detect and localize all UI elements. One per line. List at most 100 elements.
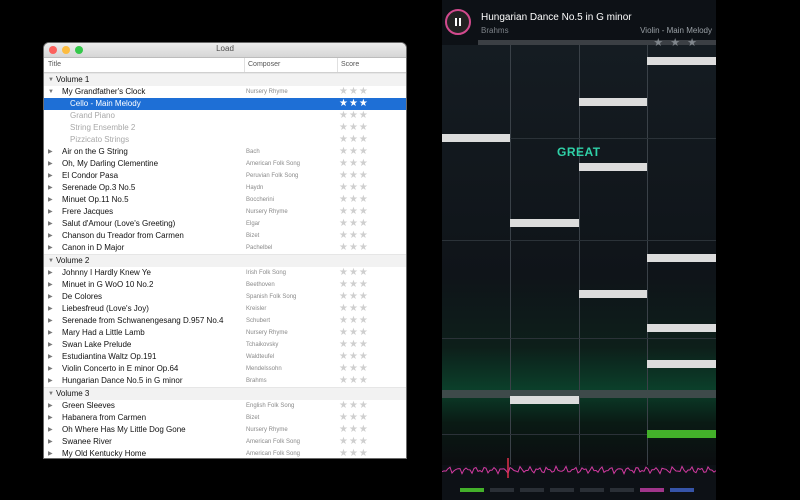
song-row[interactable]: ▶ Johnny I Hardly Knew Ye Irish Folk Song ★… xyxy=(44,267,406,279)
disclosure-closed-icon[interactable]: ▶ xyxy=(48,375,53,387)
song-row[interactable]: ▶ My Old Kentucky Home American Folk Song ★… xyxy=(44,448,406,458)
song-list: ▼ Volume 1 ▼ My Grandfather's Clock Nursery … xyxy=(44,73,406,458)
disclosure-closed-icon[interactable]: ▶ xyxy=(48,424,53,436)
song-row[interactable]: ▶ Hungarian Dance No.5 in G minor Brahms ★★… xyxy=(44,375,406,387)
song-row[interactable]: ▶ Estudiantina Waltz Op.191 Waldteufel ★★★ xyxy=(44,351,406,363)
disclosure-open-icon[interactable]: ▼ xyxy=(48,86,54,98)
row-composer: Beethoven xyxy=(246,282,275,288)
disclosure-closed-icon[interactable]: ▶ xyxy=(48,436,53,448)
song-row[interactable]: ▶ Oh, My Darling Clementine American Folk … xyxy=(44,158,406,170)
column-separator[interactable] xyxy=(244,58,245,72)
note xyxy=(579,290,647,298)
disclosure-closed-icon[interactable]: ▶ xyxy=(48,412,53,424)
disclosure-closed-icon[interactable]: ▶ xyxy=(48,303,53,315)
song-row[interactable]: ▶ Canon in D Major Pachelbel ★★★ xyxy=(44,242,406,254)
song-row[interactable]: ▶ Frere Jacques Nursery Rhyme ★★★ xyxy=(44,206,406,218)
score-stars: ★★★ xyxy=(653,37,704,49)
disclosure-open-icon[interactable]: ▼ xyxy=(48,388,54,400)
song-row[interactable]: ▶ Chanson du Treador from Carmen Bizet ★★★ xyxy=(44,230,406,242)
row-score-stars: ★★★ xyxy=(339,279,369,290)
row-composer: Kreisler xyxy=(246,306,267,312)
song-row[interactable]: ▶ Serenade Op.3 No.5 Haydn ★★★ xyxy=(44,182,406,194)
disclosure-closed-icon[interactable]: ▶ xyxy=(48,351,53,363)
window-titlebar[interactable]: Load xyxy=(44,43,406,58)
note xyxy=(647,360,716,368)
row-title: Minuet in G WoO 10 No.2 xyxy=(62,280,154,289)
disclosure-closed-icon[interactable]: ▶ xyxy=(48,363,53,375)
column-composer[interactable]: Composer xyxy=(248,61,280,68)
key-indicator xyxy=(520,488,544,492)
row-score-stars: ★★★ xyxy=(339,206,369,217)
disclosure-closed-icon[interactable]: ▶ xyxy=(48,339,53,351)
disclosure-open-icon[interactable]: ▼ xyxy=(48,255,54,267)
row-composer: Nursery Rhyme xyxy=(246,209,288,215)
now-playing-part: Violin - Main Melody xyxy=(640,26,712,35)
song-row[interactable]: ▶ Salut d'Amour (Love's Greeting) Elgar ★★★ xyxy=(44,218,406,230)
disclosure-closed-icon[interactable]: ▶ xyxy=(48,279,53,291)
song-row[interactable]: ▶ Serenade from Schwanengesang D.957 No.4… xyxy=(44,315,406,327)
row-composer: Pachelbel xyxy=(246,245,273,251)
disclosure-closed-icon[interactable]: ▶ xyxy=(48,327,53,339)
disclosure-closed-icon[interactable]: ▶ xyxy=(48,158,53,170)
row-title: De Colores xyxy=(62,292,103,301)
row-title: Estudiantina Waltz Op.191 xyxy=(62,352,157,361)
row-title: My Old Kentucky Home xyxy=(62,449,147,458)
pause-button[interactable] xyxy=(445,9,471,35)
row-title: Liebesfreud (Love's Joy) xyxy=(62,304,149,313)
row-title: Violin Concerto in E minor Op.64 xyxy=(62,364,179,373)
song-row[interactable]: ▼ My Grandfather's Clock Nursery Rhyme ★★★ xyxy=(44,86,406,98)
waveform xyxy=(442,458,716,478)
song-row[interactable]: ▶ Swanee River American Folk Song ★★★ xyxy=(44,436,406,448)
song-row[interactable]: ▶ Swan Lake Prelude Tchaikovsky ★★★ xyxy=(44,339,406,351)
song-row[interactable]: ▶ Air on the G String Bach ★★★ xyxy=(44,146,406,158)
judgement-line xyxy=(442,390,716,398)
volume-row[interactable]: ▼ Volume 3 xyxy=(44,387,406,400)
row-title: Salut d'Amour (Love's Greeting) xyxy=(62,219,176,228)
note xyxy=(510,219,579,227)
note xyxy=(579,98,647,106)
disclosure-closed-icon[interactable]: ▶ xyxy=(48,242,53,254)
song-row[interactable]: ▶ Green Sleeves English Folk Song ★★★ xyxy=(44,400,406,412)
disclosure-closed-icon[interactable]: ▶ xyxy=(48,400,53,412)
disclosure-closed-icon[interactable]: ▶ xyxy=(48,194,53,206)
row-composer: Brahms xyxy=(246,378,267,384)
disclosure-closed-icon[interactable]: ▶ xyxy=(48,230,53,242)
disclosure-closed-icon[interactable]: ▶ xyxy=(48,182,53,194)
song-row[interactable]: ▶ Violin Concerto in E minor Op.64 Mendels… xyxy=(44,363,406,375)
song-row[interactable]: ▶ El Condor Pasa Peruvian Folk Song ★★★ xyxy=(44,170,406,182)
disclosure-open-icon[interactable]: ▼ xyxy=(48,74,54,86)
row-title: Minuet Op.11 No.5 xyxy=(62,195,129,204)
song-row[interactable]: ▶ De Colores Spanish Folk Song ★★★ xyxy=(44,291,406,303)
row-composer: Tchaikovsky xyxy=(246,342,279,348)
part-row[interactable]: Pizzicato Strings ★★★ xyxy=(44,134,406,146)
row-score-stars: ★★★ xyxy=(339,448,369,458)
pause-icon xyxy=(455,18,457,26)
row-score-stars: ★★★ xyxy=(339,351,369,362)
column-separator[interactable] xyxy=(337,58,338,72)
row-composer: Mendelssohn xyxy=(246,366,282,372)
song-row[interactable]: ▶ Mary Had a Little Lamb Nursery Rhyme ★★★ xyxy=(44,327,406,339)
disclosure-closed-icon[interactable]: ▶ xyxy=(48,291,53,303)
disclosure-closed-icon[interactable]: ▶ xyxy=(48,267,53,279)
key-indicator xyxy=(670,488,694,492)
window-title: Load xyxy=(216,44,234,53)
song-row[interactable]: ▶ Liebesfreud (Love's Joy) Kreisler ★★★ xyxy=(44,303,406,315)
song-row[interactable]: ▶ Minuet Op.11 No.5 Boccherini ★★★ xyxy=(44,194,406,206)
song-row[interactable]: ▶ Minuet in G WoO 10 No.2 Beethoven ★★★ xyxy=(44,279,406,291)
column-title[interactable]: Title xyxy=(48,61,61,68)
disclosure-closed-icon[interactable]: ▶ xyxy=(48,206,53,218)
volume-row[interactable]: ▼ Volume 1 xyxy=(44,73,406,86)
key-indicator xyxy=(550,488,574,492)
volume-row[interactable]: ▼ Volume 2 xyxy=(44,254,406,267)
disclosure-closed-icon[interactable]: ▶ xyxy=(48,448,53,458)
disclosure-closed-icon[interactable]: ▶ xyxy=(48,170,53,182)
part-row[interactable]: Grand Piano ★★★ xyxy=(44,110,406,122)
disclosure-closed-icon[interactable]: ▶ xyxy=(48,146,53,158)
disclosure-closed-icon[interactable]: ▶ xyxy=(48,315,53,327)
part-row[interactable]: Cello - Main Melody ★★★ xyxy=(44,98,406,110)
column-score[interactable]: Score xyxy=(341,61,359,68)
song-row[interactable]: ▶ Habanera from Carmen Bizet ★★★ xyxy=(44,412,406,424)
part-row[interactable]: String Ensemble 2 ★★★ xyxy=(44,122,406,134)
disclosure-closed-icon[interactable]: ▶ xyxy=(48,218,53,230)
song-row[interactable]: ▶ Oh Where Has My Little Dog Gone Nursery … xyxy=(44,424,406,436)
